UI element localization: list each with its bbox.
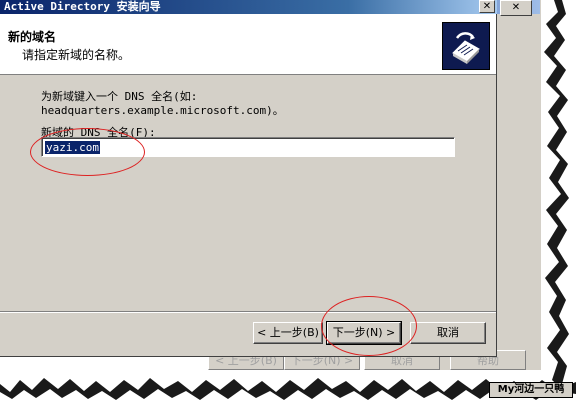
footer-divider	[0, 311, 496, 313]
back-button[interactable]: < 上一步(B)	[253, 322, 323, 344]
directory-book-icon	[442, 22, 490, 70]
close-icon: ✕	[482, 1, 492, 12]
dns-name-input[interactable]: yazi.com	[41, 137, 455, 157]
ad-install-wizard-window: Active Directory 安装向导 ✕ 新的域名 请指定新域的名称。 为…	[0, 0, 497, 357]
next-button[interactable]: 下一步(N) >	[326, 321, 402, 345]
description-line-2: headquarters.example.microsoft.com)。	[41, 104, 284, 117]
dns-name-value: yazi.com	[45, 141, 100, 154]
screenshot-stage: ✕ < 上一步(B) 下一步(N) > 取消 帮助 Active Directo…	[0, 0, 576, 402]
page-title: 新的域名	[8, 30, 57, 44]
blog-watermark: My河边一只鸭	[489, 382, 573, 398]
close-button[interactable]: ✕	[479, 0, 495, 13]
torn-right-edge	[544, 0, 576, 402]
title-bar[interactable]: Active Directory 安装向导	[0, 0, 497, 14]
wizard-header: 新的域名 请指定新域的名称。	[0, 14, 496, 75]
cancel-button[interactable]: 取消	[410, 322, 486, 344]
page-subtitle: 请指定新域的名称。	[22, 48, 131, 62]
